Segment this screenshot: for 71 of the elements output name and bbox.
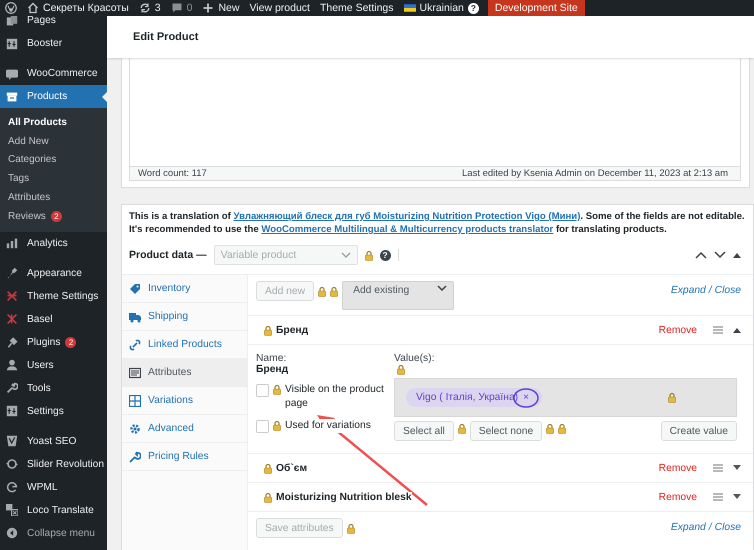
tab[interactable]: Pricing Rules: [122, 443, 247, 471]
action-button[interactable]: Select all: [394, 421, 454, 441]
section-label: Product data —: [129, 249, 207, 261]
close-link[interactable]: Close: [714, 522, 741, 533]
word-count: Word count: 117: [138, 168, 207, 179]
notice-link[interactable]: WooCommerce Multilingual & Multicurrency products translator: [261, 224, 554, 235]
toolbar-link[interactable]: Theme Settings: [320, 2, 394, 14]
sidebar-item[interactable]: Slider Revolution: [0, 452, 107, 476]
environment-badge[interactable]: Development Site: [488, 0, 585, 16]
count-badge: 2: [65, 336, 76, 348]
remove-tag-button[interactable]: ×: [520, 392, 532, 403]
toolbar-link[interactable]: New: [218, 2, 240, 14]
tab[interactable]: Shipping: [122, 303, 247, 331]
help-icon[interactable]: ?: [468, 2, 479, 14]
toolbar-link[interactable]: View product: [249, 2, 310, 14]
sidebar-item[interactable]: Basel: [0, 308, 107, 331]
help-icon[interactable]: ?: [380, 250, 391, 260]
submenu-item[interactable]: Attributes: [0, 188, 107, 207]
last-edited-text: Last edited by Ksenia Admin on December 11, 2023 at 2:13 am: [462, 168, 728, 179]
tab[interactable]: Inventory: [122, 275, 247, 303]
attribute-name: Moisturizing Nutrition blesk: [276, 492, 412, 502]
submenu-item[interactable]: All Products: [0, 113, 107, 132]
sidebar-item[interactable]: Plugins 2: [0, 330, 107, 354]
sidebar-item[interactable]: Loco Translate: [0, 498, 107, 522]
remove-link[interactable]: Remove: [658, 492, 697, 502]
sidebar-item[interactable]: Analytics: [0, 232, 107, 255]
page-title: Edit Product: [133, 31, 198, 43]
tab[interactable]: Attributes: [122, 359, 247, 387]
submenu-item[interactable]: Categories: [0, 150, 107, 170]
remove-link[interactable]: Remove: [658, 462, 697, 474]
sidebar-item[interactable]: Settings: [0, 400, 107, 423]
submenu-item[interactable]: Tags: [0, 169, 107, 188]
toolbar-link[interactable]: Ukrainian: [420, 2, 464, 14]
tab[interactable]: Advanced: [122, 415, 247, 443]
sidebar-item[interactable]: Appearance: [0, 262, 107, 285]
remove-link[interactable]: Remove: [658, 324, 697, 336]
sidebar-item[interactable]: Pages: [0, 16, 107, 32]
add-existing-select[interactable]: Add existing: [342, 281, 454, 310]
field-label: Value(s):: [394, 353, 436, 364]
sidebar-item[interactable]: WPML: [0, 476, 107, 499]
count-link[interactable]: 3: [154, 2, 161, 14]
tab[interactable]: Variations: [122, 387, 247, 415]
attribute-name-value: Бренд: [256, 364, 290, 375]
count-link[interactable]: 0: [186, 2, 192, 14]
submenu-item[interactable]: Reviews 2: [0, 206, 107, 226]
notice-text: It's recommended to use the WooCommerce Multilingual & Multicurrency products translator for translating products.: [129, 223, 667, 236]
notice-text: This is a translation of Увлажняющий блеск для губ Moisturizing Nutrition Protection Vigo (Мини). Some of the fields are not editable.: [129, 210, 745, 223]
submenu-item[interactable]: Add New: [0, 132, 107, 151]
expand-link[interactable]: Expand: [670, 522, 706, 533]
checkbox-label: Used for variations: [285, 419, 372, 433]
separator-text: /: [708, 285, 712, 296]
count-badge: 2: [50, 210, 62, 222]
action-button[interactable]: Create value: [660, 421, 737, 441]
sidebar-item[interactable]: Yoast SEO: [0, 430, 107, 453]
sidebar-item[interactable]: Booster: [0, 32, 107, 55]
sidebar-item[interactable]: Collapse menu: [0, 522, 107, 545]
sidebar-item[interactable]: Products: [0, 85, 107, 108]
attribute-name: Об`єм: [276, 462, 308, 474]
close-link[interactable]: Close: [714, 285, 741, 296]
notice-link[interactable]: Увлажняющий блеск для губ Moisturizing Nutrition Protection Vigo (Мини): [233, 211, 580, 222]
action-button[interactable]: Select none: [470, 421, 542, 441]
sidebar-item[interactable]: Users: [0, 354, 107, 377]
attribute-name: Бренд: [276, 324, 308, 336]
toolbar-link[interactable]: Секреты Красоты: [43, 2, 129, 14]
sidebar-item[interactable]: Tools: [0, 376, 107, 400]
separator-text: /: [708, 522, 712, 533]
checkbox-label: Visible on the product page: [285, 383, 385, 411]
field-label: Name:: [256, 353, 288, 364]
sidebar-item[interactable]: Theme Settings: [0, 284, 107, 308]
sidebar-item[interactable]: WooCommerce: [0, 62, 107, 85]
expand-link[interactable]: Expand: [670, 285, 706, 296]
